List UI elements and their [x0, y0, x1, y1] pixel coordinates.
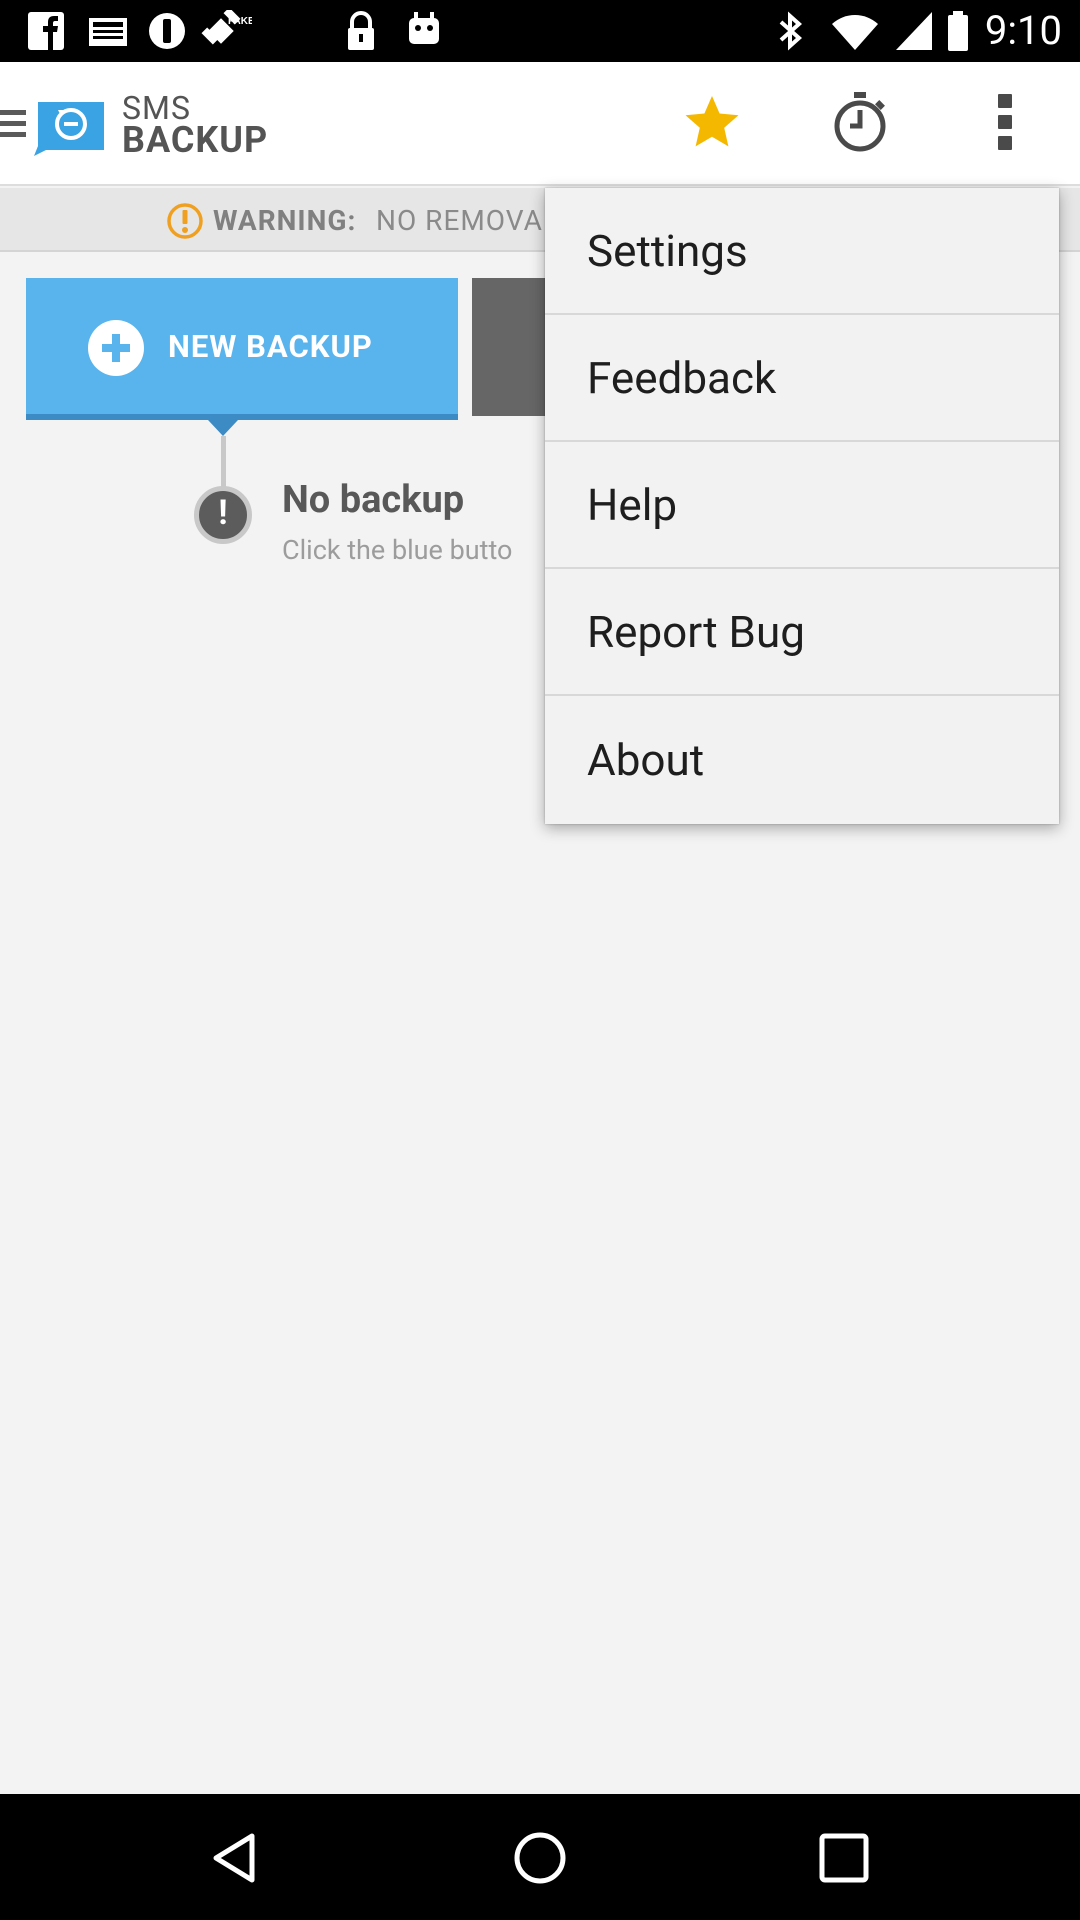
menu-item-settings[interactable]: Settings [545, 188, 1059, 315]
drawer-menu-icon[interactable] [0, 110, 26, 142]
new-backup-button[interactable]: NEW BACKUP [26, 278, 458, 420]
warning-label: WARNING: [213, 204, 357, 237]
no-backup-subtitle: Click the blue butto [282, 534, 513, 566]
overflow-menu: Settings Feedback Help Report Bug About [545, 188, 1059, 824]
recents-icon[interactable] [814, 1828, 874, 1888]
facebook-icon [28, 12, 64, 50]
menu-item-feedback[interactable]: Feedback [545, 315, 1059, 442]
menu-item-help[interactable]: Help [545, 442, 1059, 569]
no-backup-title: No backup [282, 478, 465, 522]
menu-item-about[interactable]: About [545, 696, 1059, 824]
overflow-menu-icon[interactable] [990, 94, 1020, 154]
new-backup-pointer [208, 420, 238, 436]
signal-icon [896, 12, 932, 50]
mail-icon [89, 18, 127, 46]
home-icon[interactable] [510, 1828, 570, 1888]
alert-icon: ! [194, 486, 252, 544]
warning-icon [167, 203, 203, 239]
back-icon[interactable] [206, 1828, 266, 1888]
app-bar: SMS BACKUP [0, 62, 1080, 186]
fake-gps-icon: FAKE [201, 10, 252, 45]
app-title: SMS BACKUP [122, 92, 269, 161]
screen: FAKE 9:10 SMS BACKUP WARNING: NO REMOVA … [0, 0, 1080, 1920]
wifi-icon [832, 15, 878, 51]
sms-backup-logo-icon [34, 102, 104, 156]
menu-item-report-bug[interactable]: Report Bug [545, 569, 1059, 696]
new-backup-label: NEW BACKUP [168, 328, 373, 365]
battery-icon [948, 11, 968, 51]
bluetooth-icon [779, 11, 803, 51]
status-bar: FAKE 9:10 [0, 0, 1080, 62]
lock-icon [348, 11, 374, 50]
android-icon [409, 12, 439, 44]
timer-icon[interactable] [830, 90, 890, 154]
navigation-bar [0, 1794, 1080, 1920]
svg-text:FAKE: FAKE [228, 16, 252, 27]
warning-text: NO REMOVA [376, 204, 543, 237]
no-disturb-icon [149, 13, 185, 49]
app-title-line2: BACKUP [122, 119, 269, 161]
status-time: 9:10 [984, 7, 1062, 54]
plus-circle-icon [88, 320, 144, 376]
star-icon[interactable] [682, 92, 742, 152]
timeline-line [221, 436, 226, 492]
